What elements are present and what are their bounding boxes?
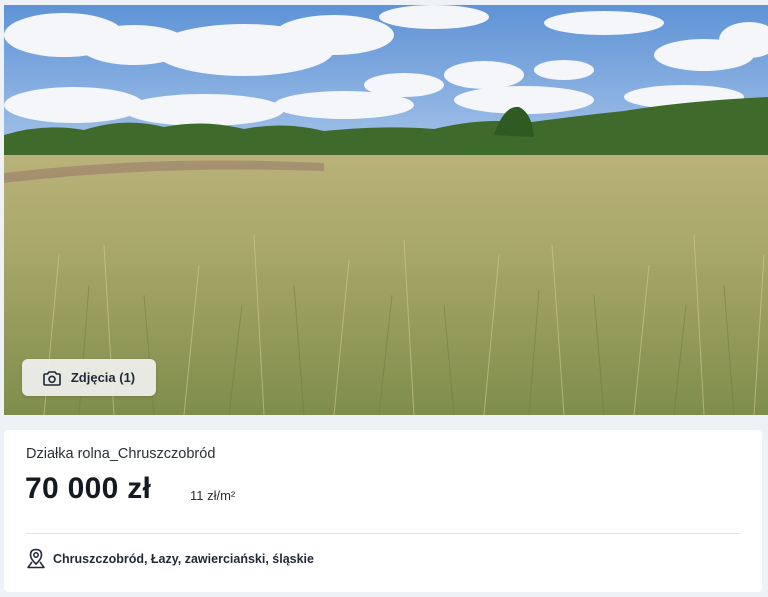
map-pin-icon xyxy=(26,548,46,569)
divider xyxy=(26,533,740,534)
location-text: Chruszczobród, Łazy, zawierciański, śląs… xyxy=(53,551,314,566)
listing-photo[interactable]: Zdjęcia (1) xyxy=(4,5,768,415)
photos-button[interactable]: Zdjęcia (1) xyxy=(22,359,156,396)
camera-icon xyxy=(43,370,61,386)
listing-location[interactable]: Chruszczobród, Łazy, zawierciański, śląs… xyxy=(26,548,314,569)
listing-title[interactable]: Działka rolna_Chruszczobród xyxy=(26,446,215,462)
photos-button-label: Zdjęcia (1) xyxy=(70,370,136,385)
listing-card[interactable]: Działka rolna_Chruszczobród 70 000 zł 11… xyxy=(4,430,762,592)
price-per-m2: 11 zł/m² xyxy=(190,488,236,503)
field-landscape-image xyxy=(4,5,768,415)
listing-price: 70 000 zł xyxy=(25,472,152,505)
